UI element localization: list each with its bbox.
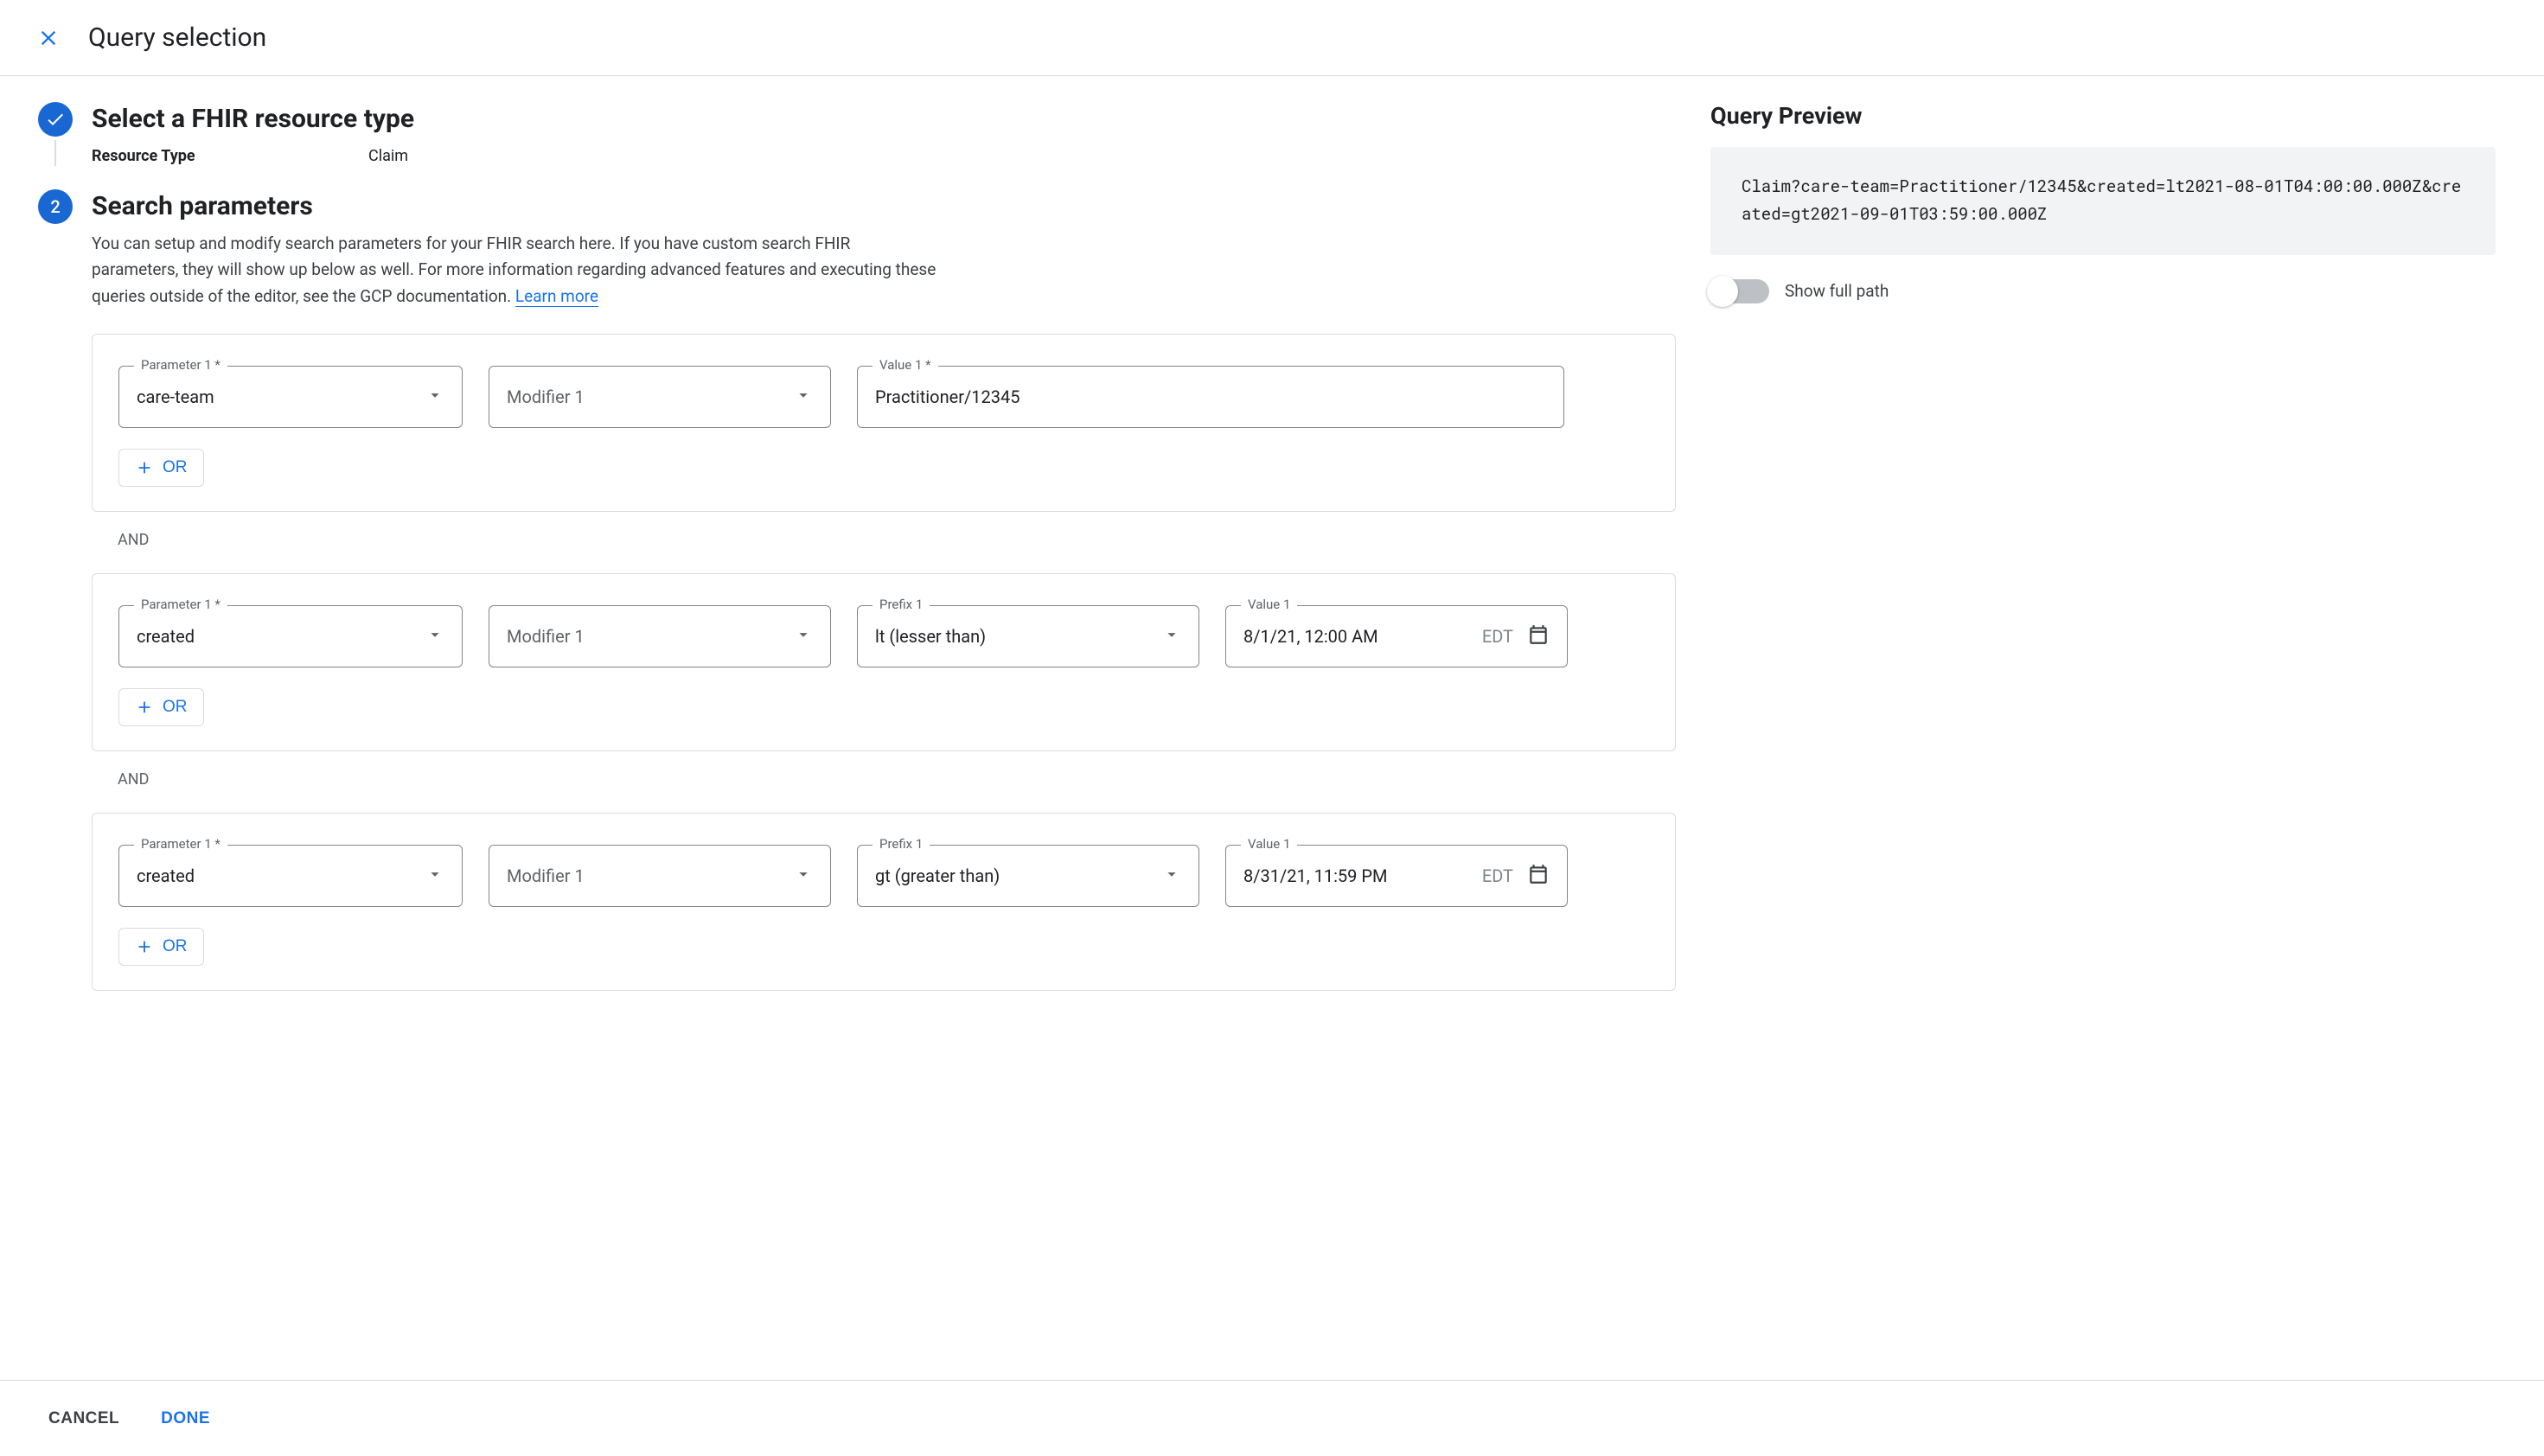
parameter-select[interactable]: care-team [118,366,463,428]
prefix-value: lt (lesser than) [875,626,986,647]
query-preview-text: Claim?care-team=Practitioner/12345&creat… [1710,147,2496,255]
step1-indicator-column [31,102,80,166]
and-separator: AND [118,770,1676,789]
plus-icon [135,698,154,717]
param-group-2: Parameter 1 * created Modifier 1 [92,573,1676,751]
close-icon [36,26,61,50]
plus-icon [135,458,154,477]
step2-active-indicator: 2 [38,189,73,224]
timezone-label: EDT [1482,865,1513,886]
prefix-select[interactable]: gt (greater than) [857,845,1199,907]
query-preview-title: Query Preview [1710,102,2496,130]
step1-title: Select a FHIR resource type [92,102,1676,137]
datetime-value: 8/31/21, 11:59 PM [1243,865,1468,886]
chevron-down-icon [425,386,444,409]
done-button[interactable]: DONE [161,1409,210,1428]
close-button[interactable] [29,19,67,57]
resource-type-label: Resource Type [92,147,368,165]
step1-complete-indicator [38,102,73,137]
resource-type-value: Claim [368,147,408,165]
learn-more-link[interactable]: Learn more [515,286,598,307]
cancel-button[interactable]: CANCEL [48,1409,119,1428]
value-label: Value 1 * [873,357,938,373]
plus-icon [135,937,154,956]
prefix-label: Prefix 1 [873,836,930,852]
parameter-value: created [137,626,195,647]
timezone-label: EDT [1482,626,1513,647]
value-label: Value 1 [1241,836,1297,852]
parameter-select[interactable]: created [118,605,463,667]
modifier-placeholder: Modifier 1 [507,386,585,407]
footer: CANCEL DONE [0,1380,2544,1456]
header: Query selection [0,0,2544,76]
chevron-down-icon [1162,625,1181,648]
calendar-icon [1527,863,1550,890]
chevron-down-icon [794,386,813,409]
modifier-select[interactable]: Modifier 1 [489,845,831,907]
step2-indicator-column: 2 [31,189,80,227]
chevron-down-icon [425,865,444,888]
or-button-label: OR [163,937,188,956]
param-group-3: Parameter 1 * created Modifier 1 [92,813,1676,991]
add-or-button[interactable]: OR [118,688,204,726]
datetime-input[interactable]: 8/31/21, 11:59 PM EDT [1225,845,1568,907]
step2-description-text: You can setup and modify search paramete… [92,233,936,306]
chevron-down-icon [425,625,444,648]
parameter-value: care-team [137,386,214,407]
modifier-placeholder: Modifier 1 [507,865,585,886]
prefix-select[interactable]: lt (lesser than) [857,605,1199,667]
and-separator: AND [118,531,1676,549]
calendar-icon [1527,623,1550,650]
chevron-down-icon [794,865,813,888]
or-button-label: OR [163,458,188,477]
modifier-select[interactable]: Modifier 1 [489,366,831,428]
parameter-value: created [137,865,195,886]
toggle-knob [1707,276,1738,307]
prefix-value: gt (greater than) [875,865,1000,886]
value-input[interactable] [857,366,1564,428]
datetime-input[interactable]: 8/1/21, 12:00 AM EDT [1225,605,1568,667]
modifier-placeholder: Modifier 1 [507,626,585,647]
chevron-down-icon [794,625,813,648]
param-group-1: Parameter 1 * care-team Modifier 1 [92,334,1676,512]
parameter-label: Parameter 1 * [134,836,227,852]
chevron-down-icon [1162,865,1181,888]
modifier-select[interactable]: Modifier 1 [489,605,831,667]
prefix-label: Prefix 1 [873,597,930,612]
parameter-select[interactable]: created [118,845,463,907]
add-or-button[interactable]: OR [118,449,204,487]
show-full-path-label: Show full path [1785,281,1889,301]
page-title: Query selection [88,22,266,53]
step2-description: You can setup and modify search paramete… [92,231,939,310]
datetime-value: 8/1/21, 12:00 AM [1243,626,1468,647]
value-label: Value 1 [1241,597,1297,612]
show-full-path-toggle[interactable] [1710,279,1769,303]
parameter-label: Parameter 1 * [134,597,227,612]
check-icon [45,109,66,130]
parameter-label: Parameter 1 * [134,357,227,373]
or-button-label: OR [163,698,188,717]
step-connector [54,140,56,166]
add-or-button[interactable]: OR [118,928,204,966]
step2-title: Search parameters [92,189,1676,224]
